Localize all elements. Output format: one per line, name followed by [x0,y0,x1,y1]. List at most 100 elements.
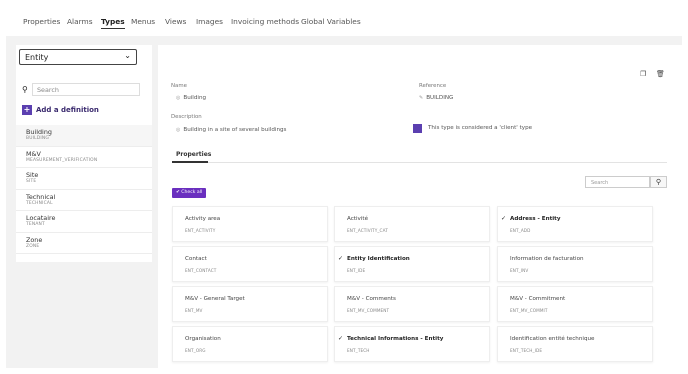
name-text: Building [183,95,207,101]
definition-list: Building BUILDING M&V MEASUREMENT_VERIFI… [16,125,152,254]
tab-global-variables[interactable]: Global Variables [301,17,361,26]
property-search-input[interactable]: Search [585,176,650,188]
definition-code: TENANT [26,222,45,227]
definition-search: ⚲ Search [22,83,140,97]
tab-properties-sub[interactable]: Properties [176,151,211,158]
property-name: Entity Identification [347,256,410,262]
add-definition-label: Add a definition [36,106,99,114]
property-code: ENT_CONTACT [185,268,217,273]
property-name: Activité [347,216,369,222]
check-all-button[interactable]: ✔ Check all [172,188,207,198]
property-name: M&V - Commitment [510,296,566,302]
definition-search-input[interactable]: Search [32,83,140,96]
property-name: M&V - Comments [347,296,396,302]
property-card[interactable]: ✓ Entity Identification ENT_IDE [334,246,490,282]
property-card[interactable]: M&V - Commitment ENT_MV_COMMIT [497,286,653,322]
circle-icon: ◎ [176,95,181,101]
entity-select-value: Entity [25,53,49,62]
tab-properties[interactable]: Properties [23,17,60,26]
tab-types[interactable]: Types [101,17,125,29]
tab-views[interactable]: Views [165,17,186,26]
page: Properties Alarms Types Menus Views Imag… [6,6,682,368]
property-name: Technical Informations - Entity [347,336,444,342]
trash-icon[interactable]: 🗑 [656,70,665,78]
add-definition-button[interactable]: + Add a definition [22,105,99,119]
name-value: ◎ Building [176,95,206,101]
description-text: Building in a site of several buildings [183,127,287,133]
property-name: Organisation [185,336,221,342]
top-tabs: Properties Alarms Types Menus Views Imag… [6,6,682,36]
copy-icon[interactable]: ❐ [640,70,646,78]
property-card[interactable]: Organisation ENT_ORG [172,326,328,362]
definition-name: Site [26,171,39,179]
property-name: Contact [185,256,207,262]
property-card[interactable]: M&V - General Target ENT_MV [172,286,328,322]
definition-item-locataire[interactable]: Locataire TENANT [16,211,152,233]
property-card[interactable]: Activité ENT_ACTIVITY_CAT [334,206,490,242]
property-card[interactable]: ✓ Address - Entity ENT_ADD [497,206,653,242]
client-type-checkbox[interactable] [413,124,422,133]
definition-name: Zone [26,235,43,244]
pencil-icon: ✎ [419,95,424,101]
definition-detail-panel: ❐ 🗑 Name ◎ Building Reference ✎ BUILDING D… [158,45,682,368]
definitions-sidebar: Entity ⌄ ⚲ Search + Add a definition Buil… [16,45,152,262]
definition-name: M&V [26,149,41,158]
check-icon: ✓ [501,215,507,222]
property-card[interactable]: ✓ Technical Informations - Entity ENT_TE… [334,326,490,362]
property-card[interactable]: Identification entité technique ENT_TECH… [497,326,653,362]
definition-item-building[interactable]: Building BUILDING [16,125,152,147]
definition-name: Locataire [26,214,56,222]
property-code: ENT_INV [510,268,529,273]
definition-name: Technical [26,192,56,201]
property-code: ENT_TECH_IDE [510,348,543,353]
definition-code: SITE [26,179,37,184]
chevron-down-icon: ⌄ [124,51,131,60]
tab-alarms[interactable]: Alarms [67,17,93,26]
property-code: ENT_ORG [185,348,206,353]
check-icon: ✓ [338,335,344,342]
property-name: Activity area [185,216,221,222]
definition-code: TECHNICAL [26,200,53,206]
circle-icon: ◎ [176,127,181,133]
definition-item-technical[interactable]: Technical TECHNICAL [16,190,152,211]
property-card[interactable]: Information de facturation ENT_INV [497,246,653,282]
property-name: Identification entité technique [510,336,595,342]
definition-item-mv[interactable]: M&V MEASUREMENT_VERIFICATION [16,147,152,168]
property-code: ENT_MV [185,308,203,313]
definition-item-site[interactable]: Site SITE [16,168,152,190]
tab-menus[interactable]: Menus [131,17,155,26]
property-code: ENT_ADD [510,228,531,233]
reference-value: ✎ BUILDING [419,95,453,101]
entity-select[interactable]: Entity ⌄ [19,49,137,65]
property-name: Address - Entity [510,216,561,222]
property-card[interactable]: Activity area ENT_ACTIVITY [172,206,328,242]
plus-icon: + [22,105,32,115]
property-code: ENT_TECH [347,348,370,353]
property-card[interactable]: M&V - Comments ENT_MV_COMMENT [334,286,490,322]
divider [172,162,667,163]
property-code: ENT_IDE [347,268,366,273]
reference-text: BUILDING [426,95,454,101]
definition-name: Building [26,128,52,136]
active-tab-indicator [172,161,208,163]
definition-code: ZONE [26,243,40,249]
search-icon: ⚲ [655,178,662,186]
tab-images[interactable]: Images [196,17,223,26]
name-label: Name [171,83,187,89]
definition-code: MEASUREMENT_VERIFICATION [26,157,98,163]
search-button[interactable]: ⚲ [650,176,667,188]
property-code: ENT_ACTIVITY_CAT [347,228,388,233]
check-icon: ✓ [338,255,344,262]
search-icon: ⚲ [22,85,28,94]
client-type-label: This type is considered a 'client' type [428,125,533,131]
definition-item-zone[interactable]: Zone ZONE [16,233,152,254]
property-name: M&V - General Target [185,296,245,302]
definition-code: BUILDING [26,136,49,141]
property-code: ENT_MV_COMMIT [510,308,548,313]
description-label: Description [171,114,202,120]
tab-invoicing-methods[interactable]: Invoicing methods [231,17,299,26]
description-value: ◎ Building in a site of several buildings [176,127,286,133]
property-card[interactable]: Contact ENT_CONTACT [172,246,328,282]
property-code: ENT_MV_COMMENT [347,308,390,313]
property-name: Information de facturation [510,256,584,262]
